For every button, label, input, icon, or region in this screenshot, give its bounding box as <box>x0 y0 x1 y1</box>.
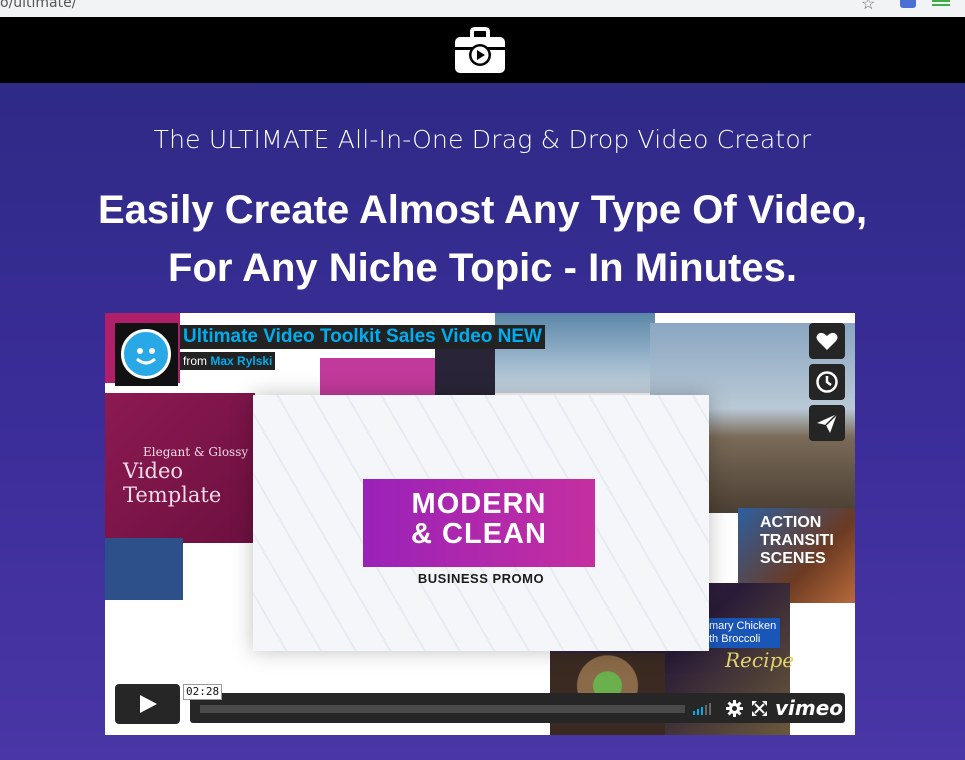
clock-icon <box>816 371 838 393</box>
extension-icon[interactable] <box>900 0 916 8</box>
address-bar[interactable]: o/ultimate/ <box>0 0 76 11</box>
volume-icon[interactable] <box>693 703 715 715</box>
hero-section: The ULTIMATE All-In-One Drag & Drop Vide… <box>0 83 965 760</box>
action-line-3: SCENES <box>760 550 826 567</box>
like-button[interactable] <box>809 323 845 359</box>
author-avatar[interactable] <box>115 323 178 386</box>
vimeo-logo[interactable]: vimeo <box>775 696 843 720</box>
promo-subtitle: BUSINESS PROMO <box>417 571 545 586</box>
recipe-tag-line-2: th Broccoli <box>709 633 761 645</box>
promo-line-2: & CLEAN <box>411 518 547 550</box>
share-button[interactable] <box>809 405 845 441</box>
video-byline: from Max Rylski <box>180 352 276 370</box>
promo-title-box: MODERN & CLEAN <box>363 479 595 567</box>
thumb-tile <box>105 538 183 600</box>
settings-gear-icon[interactable] <box>726 700 743 717</box>
video-briefcase-icon[interactable] <box>453 27 507 75</box>
progress-bar[interactable] <box>200 705 685 713</box>
headline-line-2: For Any Niche Topic - In Minutes. <box>168 246 797 290</box>
recipe-script-text: Recipe <box>725 648 795 672</box>
watch-later-button[interactable] <box>809 364 845 400</box>
bookmark-star-icon[interactable]: ☆ <box>861 0 875 14</box>
elegant-small-text: Elegant & Glossy <box>143 445 249 459</box>
video-title-link[interactable]: Ultimate Video Toolkit Sales Video NEW <box>180 325 545 349</box>
thumb-tile-elegant: Elegant & Glossy Video Template <box>105 393 255 543</box>
action-line-2: TRANSITI <box>760 532 834 549</box>
time-tooltip: 02:28 <box>183 684 223 700</box>
promo-line-1: MODERN <box>411 488 547 520</box>
play-icon <box>140 695 157 713</box>
byline-prefix: from <box>183 354 207 368</box>
send-icon <box>817 413 838 433</box>
recipe-tag-line-1: mary Chicken <box>709 620 777 632</box>
thumb-tile <box>320 358 440 396</box>
thumb-main-promo: MODERN & CLEAN BUSINESS PROMO <box>253 395 709 651</box>
headline-line-1: Easily Create Almost Any Type Of Video, <box>97 188 868 232</box>
extension-menu-icon[interactable] <box>932 0 950 8</box>
hero-subtitle: The ULTIMATE All-In-One Drag & Drop Vide… <box>153 125 812 154</box>
control-bar: vimeo <box>190 693 845 723</box>
action-line-1: ACTION <box>760 514 822 531</box>
elegant-big-text: Video Template <box>123 459 222 507</box>
hero-headline: Easily Create Almost Any Type Of Video, … <box>0 181 965 297</box>
author-link[interactable]: Max Rylski <box>210 354 272 368</box>
heart-icon <box>816 332 838 350</box>
fullscreen-icon[interactable] <box>752 701 767 716</box>
site-header <box>0 17 965 83</box>
browser-toolbar: o/ultimate/ ☆ <box>0 0 965 18</box>
video-player[interactable]: Elegant & Glossy Video Template ACTION T… <box>105 313 855 735</box>
play-button[interactable] <box>115 684 180 724</box>
avatar-smiley-icon <box>121 329 171 379</box>
